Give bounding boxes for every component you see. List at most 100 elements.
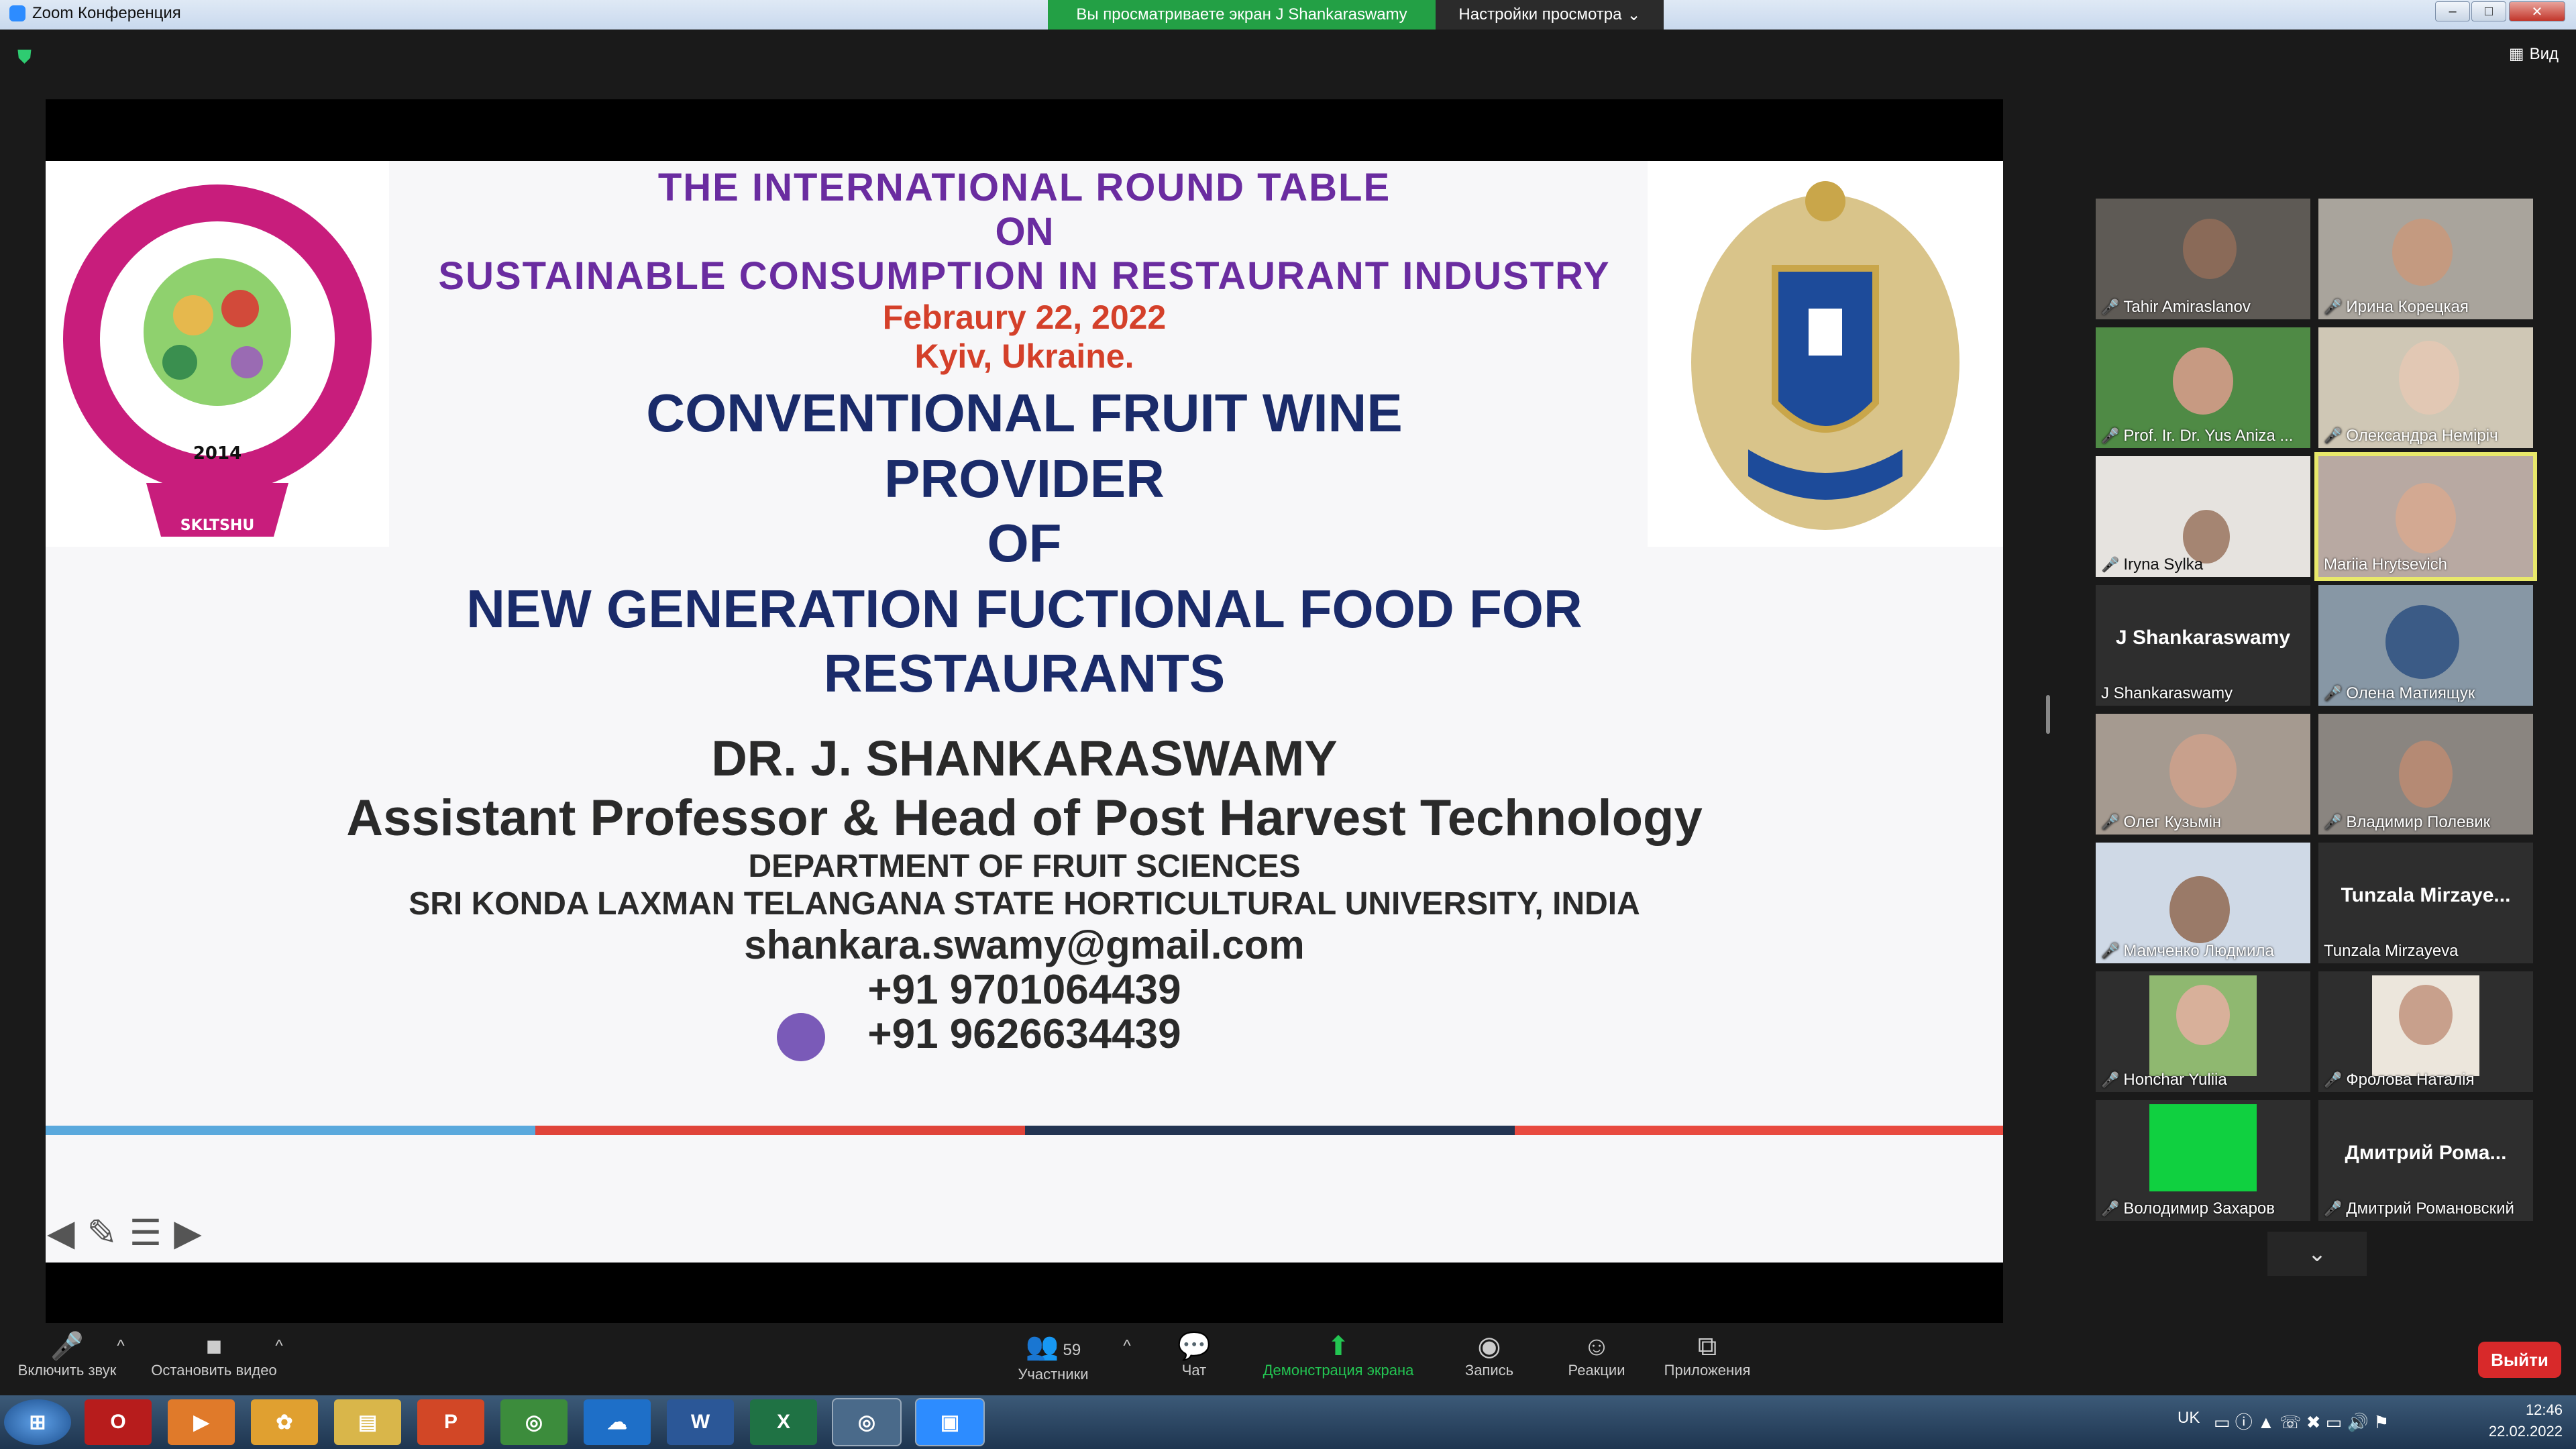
slide-line-2: ON xyxy=(995,210,1054,254)
muted-mic-icon: 🎤 xyxy=(2101,299,2120,315)
participant-tile[interactable]: 🎤 Олег Кузьмін xyxy=(2096,714,2310,835)
title-bar: Zoom Конференция Вы просматриваете экран… xyxy=(0,0,2576,30)
slide-menu-icon[interactable]: ☰ xyxy=(129,1213,162,1253)
participant-name: Володимир Захаров xyxy=(2123,1199,2275,1218)
participant-tile[interactable]: 🎤 Володимир Захаров xyxy=(2096,1100,2310,1221)
taskbar-onedrive-icon[interactable]: ☁ xyxy=(584,1399,651,1445)
participants-options-button[interactable]: ^ xyxy=(1114,1331,1140,1362)
participants-icon: 👥 59 xyxy=(1025,1332,1081,1361)
tray-icons[interactable]: ▭ ⓘ ▲ ☏ ✖ ▭ 🔊 ⚑ xyxy=(2214,1409,2389,1434)
view-button-label: Вид xyxy=(2529,44,2559,63)
stop-video-button[interactable]: ■ Остановить видео xyxy=(144,1331,284,1379)
participant-name: J Shankaraswamy xyxy=(2101,684,2233,702)
share-screen-icon: ⬆ xyxy=(1327,1332,1350,1361)
record-button[interactable]: ◉ Запись xyxy=(1449,1331,1529,1379)
unmute-button[interactable]: 🎤 Включить звук xyxy=(13,1331,121,1379)
share-screen-button[interactable]: ⬆ Демонстрация экрана xyxy=(1248,1331,1429,1379)
participant-display-name: Tunzala Mirzaye... xyxy=(2341,884,2511,906)
smiley-icon: ☺ xyxy=(1582,1332,1611,1361)
pen-icon[interactable]: ✎ xyxy=(87,1213,117,1253)
participant-gallery: 🎤 Tahir Amiraslanov 🎤 Ирина Корецкая 🎤 Prof… xyxy=(2096,199,2546,1225)
participant-name: Олена Матиящук xyxy=(2346,684,2475,702)
meeting-toolbar: 🎤 Включить звук ^ ■ Остановить видео ^ 👥… xyxy=(0,1324,2576,1395)
participant-tile[interactable]: 🎤 Олена Матиящук xyxy=(2318,585,2533,706)
share-screen-label: Демонстрация экрана xyxy=(1263,1362,1414,1379)
participant-tile[interactable]: Дмитрий Рома... 🎤 Дмитрий Романовский xyxy=(2318,1100,2533,1221)
slide-stripe-2 xyxy=(535,1126,1025,1135)
leave-button[interactable]: Выйти xyxy=(2478,1342,2561,1378)
participant-tile[interactable]: 🎤 Iryna Sylka xyxy=(2096,456,2310,577)
taskbar-powerpoint-icon[interactable]: P xyxy=(417,1399,484,1445)
taskbar-chrome-icon[interactable]: ◎ xyxy=(832,1398,902,1446)
view-button[interactable]: ▦ Вид xyxy=(2509,44,2559,64)
participant-name: Фролова Наталія xyxy=(2346,1071,2475,1089)
grid-icon: ▦ xyxy=(2508,45,2524,63)
slide-title-4: NEW GENERATION FUCTIONAL FOOD FOR xyxy=(466,579,1582,639)
muted-mic-icon: 🎤 xyxy=(2324,685,2343,702)
participant-tile[interactable]: J Shankaraswamy J Shankaraswamy xyxy=(2096,585,2310,706)
audio-options-button[interactable]: ^ xyxy=(107,1331,134,1362)
participant-tile[interactable]: 🎤 Prof. Ir. Dr. Yus Aniza ... xyxy=(2096,327,2310,448)
window-title: Zoom Конференция xyxy=(9,4,181,23)
participant-tile[interactable]: 🎤 Владимир Полевик xyxy=(2318,714,2533,835)
start-button[interactable]: ⊞ xyxy=(4,1399,71,1445)
participants-button[interactable]: 👥 59 Участники xyxy=(1006,1331,1100,1383)
reactions-button[interactable]: ☺ Реакции xyxy=(1550,1331,1644,1379)
participant-tile[interactable]: 🎤 Олександра Неміріч xyxy=(2318,327,2533,448)
taskbar-word-icon[interactable]: W xyxy=(667,1399,734,1445)
previous-slide-icon[interactable]: ◀ xyxy=(47,1213,75,1253)
next-slide-icon[interactable]: ▶ xyxy=(174,1213,202,1253)
taskbar-media-player-icon[interactable]: ▶ xyxy=(168,1399,235,1445)
chevron-up-icon: ^ xyxy=(1123,1337,1131,1355)
apps-button[interactable]: ⧉ Приложения xyxy=(1650,1331,1764,1379)
slide-title-5: RESTAURANTS xyxy=(823,643,1226,703)
clock[interactable]: 12:46 22.02.2022 xyxy=(2489,1399,2563,1442)
language-indicator[interactable]: UK xyxy=(2178,1409,2200,1428)
muted-microphone-icon: 🎤 xyxy=(50,1332,84,1361)
slide-department: DEPARTMENT OF FRUIT SCIENCES xyxy=(748,849,1301,884)
participant-tile[interactable]: Tunzala Mirzaye... Tunzala Mirzayeva xyxy=(2318,843,2533,963)
zoom-logo-icon xyxy=(9,5,25,21)
stop-video-label: Остановить видео xyxy=(151,1362,277,1379)
taskbar-excel-icon[interactable]: X xyxy=(750,1399,817,1445)
taskbar-app-icon[interactable]: ✿ xyxy=(251,1399,318,1445)
participant-display-name: J Shankaraswamy xyxy=(2115,627,2291,649)
gallery-scroll-down-button[interactable]: ⌄ xyxy=(2267,1232,2367,1276)
taskbar-chrome-icon[interactable]: ◎ xyxy=(500,1399,568,1445)
chat-button[interactable]: 💬 Чат xyxy=(1154,1331,1234,1379)
participant-tile[interactable]: 🎤 Мамченко Людмила xyxy=(2096,843,2310,963)
panel-splitter[interactable] xyxy=(2046,695,2050,734)
muted-mic-icon: 🎤 xyxy=(2324,427,2343,444)
participant-display-name: Дмитрий Рома... xyxy=(2345,1142,2507,1164)
participant-tile-active-speaker[interactable]: Mariia Hrytsevich xyxy=(2314,452,2537,581)
participant-tile[interactable]: 🎤 Honchar Yuliia xyxy=(2096,971,2310,1092)
maximize-button[interactable]: □ xyxy=(2471,1,2506,21)
participant-name: Владимир Полевик xyxy=(2346,813,2491,831)
record-label: Запись xyxy=(1464,1362,1514,1379)
taskbar-file-explorer-icon[interactable]: ▤ xyxy=(334,1399,401,1445)
zoom-window: Zoom Конференция Вы просматриваете экран… xyxy=(0,0,2576,1449)
viber-icon xyxy=(777,1013,825,1061)
windows-logo-icon: ⊞ xyxy=(29,1411,46,1434)
chevron-up-icon: ^ xyxy=(275,1337,283,1355)
slide-stripe-4 xyxy=(1515,1126,2003,1135)
participant-tile[interactable]: 🎤 Ирина Корецкая xyxy=(2318,199,2533,319)
video-options-button[interactable]: ^ xyxy=(266,1331,292,1362)
close-button[interactable]: ✕ xyxy=(2509,1,2565,21)
view-settings-button[interactable]: Настройки просмотра ⌄ xyxy=(1436,0,1664,30)
participant-name: Олександра Неміріч xyxy=(2346,427,2498,445)
participants-label: Участники xyxy=(1018,1366,1089,1383)
muted-mic-icon: 🎤 xyxy=(2101,427,2120,444)
minimize-button[interactable]: – xyxy=(2435,1,2470,21)
slide-title-3: OF xyxy=(987,513,1062,573)
slide-place: Kyiv, Ukraine. xyxy=(914,337,1134,375)
muted-mic-icon: 🎤 xyxy=(2101,1200,2120,1217)
taskbar-opera-icon[interactable]: O xyxy=(85,1399,152,1445)
muted-mic-icon: 🎤 xyxy=(2101,814,2120,830)
encryption-shield-icon[interactable]: ⛊ xyxy=(17,47,36,67)
taskbar-zoom-icon[interactable]: ▣ xyxy=(915,1398,985,1446)
participant-tile[interactable]: 🎤 Фролова Наталія xyxy=(2318,971,2533,1092)
participant-tile[interactable]: 🎤 Tahir Amiraslanov xyxy=(2096,199,2310,319)
muted-mic-icon: 🎤 xyxy=(2101,1071,2120,1088)
slide-line-1: THE INTERNATIONAL ROUND TABLE xyxy=(657,166,1391,209)
